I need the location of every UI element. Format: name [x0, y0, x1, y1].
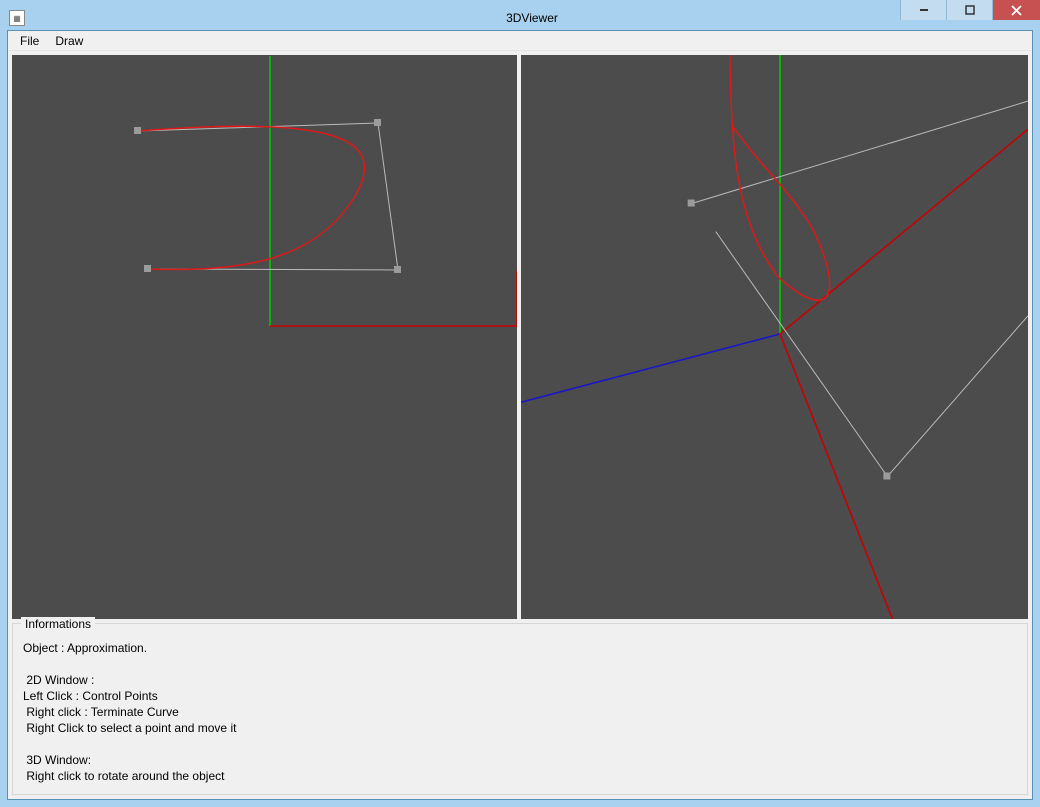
scene-3d: [521, 55, 1028, 619]
info-object-line: Object : Approximation.: [23, 640, 1017, 656]
app-icon: ▦: [9, 10, 25, 26]
info-2d-header: 2D Window :: [23, 672, 1017, 688]
control-point-1[interactable]: [134, 127, 141, 134]
control-polyline-2d: [138, 123, 398, 270]
axis-blue-3d: [521, 334, 780, 402]
control-point-3d-1[interactable]: [688, 200, 695, 207]
control-point-3[interactable]: [394, 266, 401, 273]
close-button[interactable]: [992, 0, 1040, 20]
viewport-2d[interactable]: [12, 55, 517, 619]
viewport-3d[interactable]: [521, 55, 1028, 619]
titlebar[interactable]: ▦ 3DViewer: [7, 6, 1033, 30]
viewports-row: [8, 51, 1032, 623]
informations-panel: Informations Object : Approximation. 2D …: [12, 623, 1028, 795]
control-point-4[interactable]: [144, 265, 151, 272]
info-left-click: Left Click : Control Points: [23, 688, 1017, 704]
axis-red1-3d: [780, 129, 1028, 334]
axis-red2-3d: [780, 334, 892, 619]
window-controls: [900, 0, 1040, 20]
control-point-3d-2[interactable]: [883, 472, 890, 479]
control-polyline-3d: [692, 101, 1028, 476]
maximize-button[interactable]: [946, 0, 992, 20]
menu-draw[interactable]: Draw: [47, 32, 91, 50]
bezier-curve-2d: [138, 126, 364, 269]
client-area: File Draw: [7, 30, 1033, 800]
menu-file[interactable]: File: [12, 32, 47, 50]
info-rotate-hint: Right click to rotate around the object: [23, 768, 1017, 784]
informations-body: Object : Approximation. 2D Window : Left…: [23, 640, 1017, 784]
informations-title: Informations: [25, 617, 91, 631]
minimize-button[interactable]: [900, 0, 946, 20]
app-window: ▦ 3DViewer File Draw: [0, 0, 1040, 807]
window-title: 3DViewer: [31, 11, 1033, 25]
control-point-2[interactable]: [374, 119, 381, 126]
info-right-click: Right click : Terminate Curve: [23, 704, 1017, 720]
info-spacer-1: [23, 656, 1017, 672]
info-right-click-move: Right Click to select a point and move i…: [23, 720, 1017, 736]
scene-2d: [12, 55, 517, 619]
menubar: File Draw: [8, 31, 1032, 51]
info-spacer-2: [23, 736, 1017, 752]
info-3d-header: 3D Window:: [23, 752, 1017, 768]
